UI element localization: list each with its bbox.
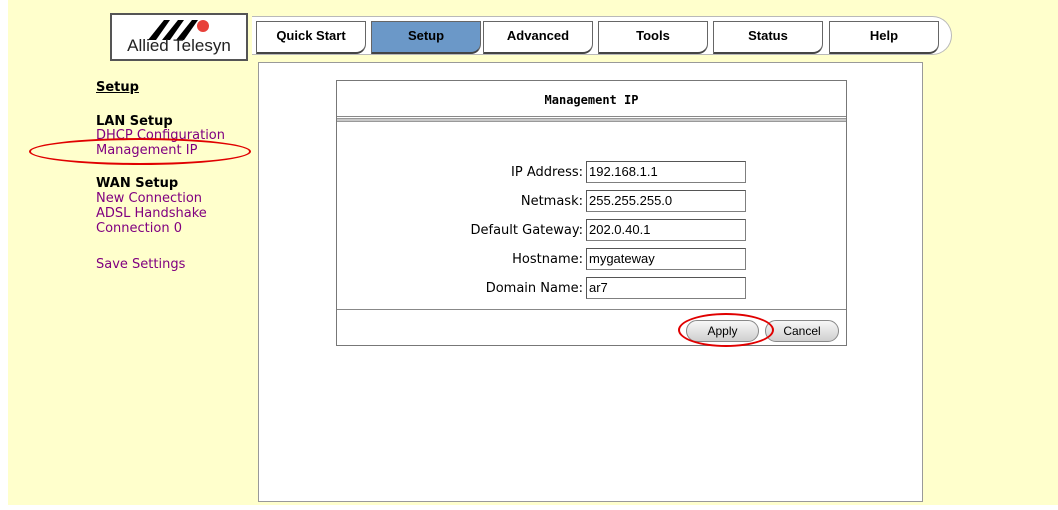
tab-tools[interactable]: Tools xyxy=(598,21,708,54)
hostname-label: Hostname: xyxy=(512,252,583,267)
domain-name-input[interactable]: ar7 xyxy=(586,277,746,299)
domain-name-label: Domain Name: xyxy=(485,281,583,296)
tab-help[interactable]: Help xyxy=(829,21,939,54)
divider xyxy=(337,118,846,122)
page-background: Allied Telesyn Quick Start Setup Advance… xyxy=(8,0,1058,505)
sidebar-lan-header: LAN Setup xyxy=(96,114,173,129)
apply-button[interactable]: Apply xyxy=(686,320,759,342)
logo-text: Allied Telesyn xyxy=(127,36,231,55)
sidebar-wan-header: WAN Setup xyxy=(96,176,179,191)
field-row-ip-address: IP Address: 192.168.1.1 xyxy=(337,161,846,183)
divider xyxy=(337,309,846,310)
default-gateway-input[interactable]: 202.0.40.1 xyxy=(586,219,746,241)
sidebar-item-save-settings[interactable]: Save Settings xyxy=(96,257,185,273)
netmask-input[interactable]: 255.255.255.0 xyxy=(586,190,746,212)
panel-title: Management IP xyxy=(544,93,639,107)
cancel-button[interactable]: Cancel xyxy=(765,320,839,342)
field-row-netmask: Netmask: 255.255.255.0 xyxy=(337,190,846,212)
default-gateway-label: Default Gateway: xyxy=(470,223,584,238)
field-row-default-gateway: Default Gateway: 202.0.40.1 xyxy=(337,219,846,241)
top-nav-bar: Quick Start Setup Advanced Tools Status … xyxy=(252,16,952,55)
field-row-domain-name: Domain Name: ar7 xyxy=(337,277,846,299)
netmask-label: Netmask: xyxy=(520,194,583,209)
allied-telesyn-logo[interactable]: Allied Telesyn xyxy=(110,13,248,61)
sidebar-item-connection-0[interactable]: Connection 0 xyxy=(96,221,182,237)
tab-status[interactable]: Status xyxy=(713,21,823,54)
sidebar-item-management-ip[interactable]: Management IP xyxy=(96,143,197,159)
ip-address-label: IP Address: xyxy=(511,165,583,180)
sidebar-item-adsl-handshake[interactable]: ADSL Handshake xyxy=(96,206,207,222)
management-ip-panel: Management IP IP Address: 192.168.1.1 Ne… xyxy=(336,80,847,346)
sidebar-item-new-connection[interactable]: New Connection xyxy=(96,191,202,207)
sidebar-title: Setup xyxy=(96,80,139,95)
main-content: Management IP IP Address: 192.168.1.1 Ne… xyxy=(258,62,923,502)
tab-quick-start[interactable]: Quick Start xyxy=(256,21,366,54)
tab-setup[interactable]: Setup xyxy=(371,21,481,54)
sidebar-item-dhcp-configuration[interactable]: DHCP Configuration xyxy=(96,128,225,144)
tab-advanced[interactable]: Advanced xyxy=(483,21,593,54)
ip-address-input[interactable]: 192.168.1.1 xyxy=(586,161,746,183)
divider xyxy=(337,116,846,117)
field-row-hostname: Hostname: mygateway xyxy=(337,248,846,270)
hostname-input[interactable]: mygateway xyxy=(586,248,746,270)
